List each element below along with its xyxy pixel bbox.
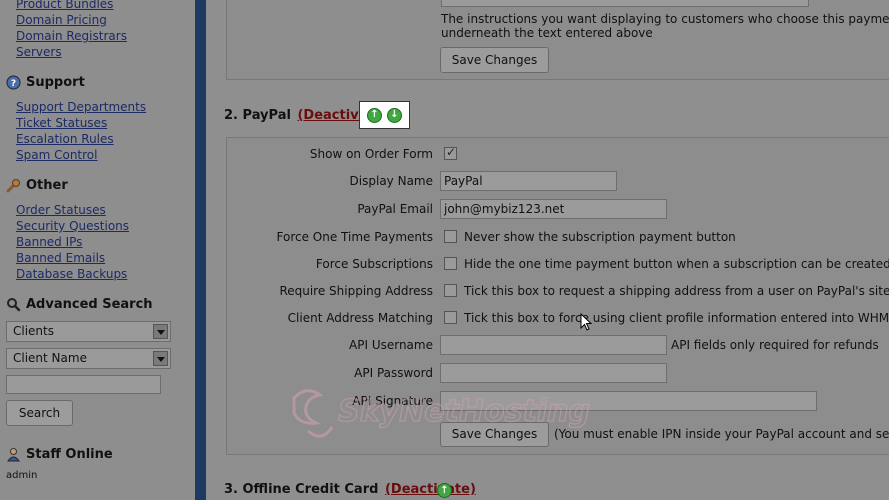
paypal-order-arrows: ↑ ↓ bbox=[359, 101, 410, 129]
display-name-input[interactable]: PayPal bbox=[440, 171, 617, 191]
sidebar-link-security-questions[interactable]: Security Questions bbox=[16, 218, 129, 234]
sidebar-link-domain-registrars[interactable]: Domain Registrars bbox=[16, 28, 127, 44]
offline-cc-deactivate-link[interactable]: (Deactivate) bbox=[385, 482, 476, 497]
instructions-help-1: The instructions you want displaying to … bbox=[441, 12, 889, 26]
magnifier-icon bbox=[6, 297, 21, 312]
move-up-icon[interactable]: ↑ bbox=[437, 483, 452, 498]
staff-online-user: admin bbox=[6, 470, 38, 481]
search-type-select[interactable]: Clients bbox=[6, 321, 171, 342]
row-display-name: Display Name PayPal bbox=[206, 169, 889, 193]
sidebar-link-ticket-statuses[interactable]: Ticket Statuses bbox=[16, 115, 146, 131]
sidebar-link-product-bundles[interactable]: Product Bundles bbox=[16, 0, 127, 12]
staff-online-title: Staff Online bbox=[6, 447, 113, 462]
api-username-input[interactable] bbox=[440, 335, 667, 355]
sidebar-link-servers[interactable]: Servers bbox=[16, 44, 127, 60]
wrench-icon bbox=[6, 178, 21, 193]
sidebar: Product Bundles Domain Pricing Domain Re… bbox=[0, 0, 195, 500]
advanced-search-title: Advanced Search bbox=[6, 297, 153, 312]
paypal-email-input[interactable]: john@mybiz123.net bbox=[440, 199, 667, 219]
api-signature-input[interactable] bbox=[440, 391, 817, 411]
paypal-ipn-note: (You must enable IPN inside your PayPal … bbox=[554, 427, 889, 441]
search-input[interactable] bbox=[6, 375, 161, 394]
search-button[interactable]: Search bbox=[6, 400, 73, 426]
instructions-textarea[interactable] bbox=[441, 0, 809, 7]
chevron-down-icon bbox=[153, 351, 168, 366]
row-client-address-matching: Client Address Matching Tick this box to… bbox=[287, 311, 889, 325]
row-api-password: API Password bbox=[206, 361, 889, 385]
previous-gateway-panel: The instructions you want displaying to … bbox=[226, 0, 889, 80]
other-section-title: Other bbox=[6, 178, 68, 193]
paypal-save-changes-button[interactable]: Save Changes bbox=[440, 422, 549, 447]
sidebar-divider bbox=[195, 0, 206, 500]
sidebar-link-spam-control[interactable]: Spam Control bbox=[16, 147, 146, 163]
instructions-help-2: underneath the text entered above bbox=[441, 26, 653, 40]
sidebar-link-order-statuses[interactable]: Order Statuses bbox=[16, 202, 129, 218]
support-icon: ? bbox=[6, 75, 21, 90]
row-require-shipping: Require Shipping Address Tick this box t… bbox=[279, 284, 889, 298]
user-icon bbox=[6, 447, 21, 462]
sidebar-link-database-backups[interactable]: Database Backups bbox=[16, 266, 129, 282]
row-force-subscriptions: Force Subscriptions Hide the one time pa… bbox=[315, 257, 889, 271]
row-paypal-email: PayPal Email john@mybiz123.net bbox=[206, 197, 889, 221]
search-field-select[interactable]: Client Name bbox=[6, 348, 171, 369]
row-api-username: API Username API fields only required fo… bbox=[206, 333, 889, 357]
mouse-cursor-icon bbox=[580, 313, 592, 331]
move-up-icon[interactable]: ↑ bbox=[367, 107, 382, 123]
api-fields-note: API fields only required for refunds bbox=[671, 338, 879, 352]
row-force-one-time: Force One Time Payments Never show the s… bbox=[276, 230, 736, 244]
client-address-matching-checkbox[interactable] bbox=[444, 311, 457, 324]
row-show-on-order-form: Show on Order Form bbox=[206, 142, 889, 166]
sidebar-link-banned-ips[interactable]: Banned IPs bbox=[16, 234, 129, 250]
other-links: Order Statuses Security Questions Banned… bbox=[16, 202, 129, 282]
show-on-order-form-checkbox[interactable] bbox=[444, 145, 457, 160]
support-section-title: ? Support bbox=[6, 75, 85, 90]
svg-text:?: ? bbox=[11, 79, 16, 89]
setup-links: Product Bundles Domain Pricing Domain Re… bbox=[16, 0, 127, 60]
main-content: The instructions you want displaying to … bbox=[206, 0, 889, 500]
support-links: Support Departments Ticket Statuses Esca… bbox=[16, 99, 146, 163]
row-api-signature: API Signature bbox=[206, 389, 889, 413]
api-password-input[interactable] bbox=[440, 363, 667, 383]
force-subscriptions-checkbox[interactable] bbox=[444, 257, 457, 270]
sidebar-link-domain-pricing[interactable]: Domain Pricing bbox=[16, 12, 127, 28]
force-one-time-checkbox[interactable] bbox=[444, 230, 457, 243]
chevron-down-icon bbox=[153, 324, 168, 339]
sidebar-link-banned-emails[interactable]: Banned Emails bbox=[16, 250, 129, 266]
sidebar-link-support-departments[interactable]: Support Departments bbox=[16, 99, 146, 115]
save-changes-button-top[interactable]: Save Changes bbox=[440, 47, 549, 73]
require-shipping-checkbox[interactable] bbox=[444, 284, 457, 297]
sidebar-link-escalation-rules[interactable]: Escalation Rules bbox=[16, 131, 146, 147]
move-down-icon[interactable]: ↓ bbox=[387, 107, 402, 123]
